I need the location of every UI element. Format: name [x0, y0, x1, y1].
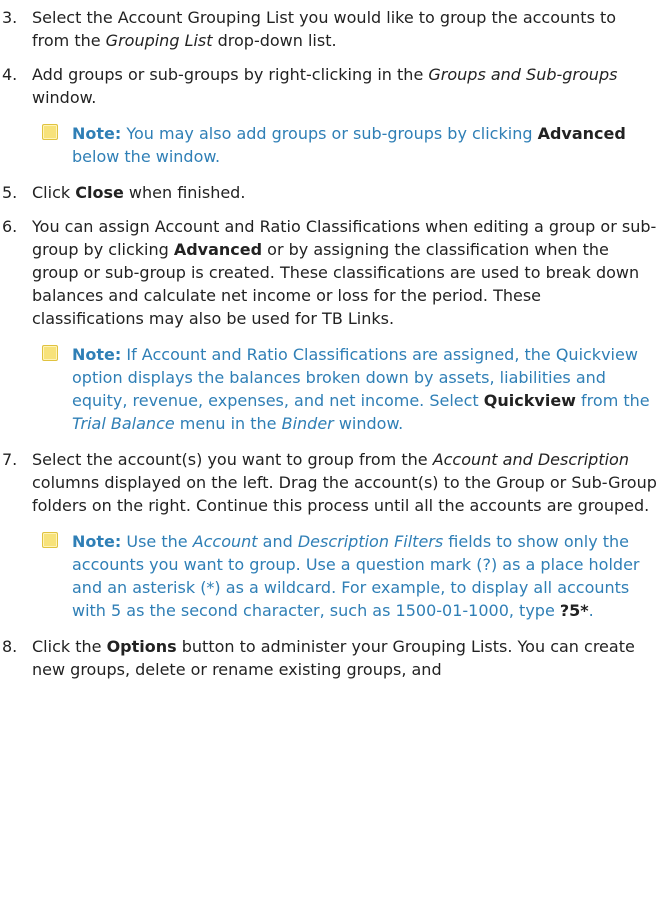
step-number: 6. — [2, 217, 18, 236]
note-label: Note: — [72, 532, 122, 551]
note-icon — [42, 124, 58, 140]
note-ui-term: Account — [192, 532, 258, 551]
note-bold-term: Quickview — [483, 391, 576, 410]
step-number: 8. — [2, 637, 18, 656]
note-bold-term: Advanced — [537, 124, 626, 143]
note-text: from the — [575, 391, 650, 410]
step-text: Select the account(s) you want to group … — [32, 450, 433, 469]
step-8: 8. Click the Options button to administe… — [0, 635, 671, 681]
step-number: 4. — [2, 65, 18, 84]
step-text: Add groups or sub-groups by right-clicki… — [32, 65, 429, 84]
step-4: 4. Add groups or sub-groups by right-cli… — [0, 63, 671, 109]
step-ui-term: Grouping List — [105, 31, 213, 50]
step-text: columns displayed on the left. Drag the … — [32, 473, 657, 515]
step-number: 7. — [2, 450, 18, 469]
step-text: drop-down list. — [212, 31, 337, 50]
step-3: 3. Select the Account Grouping List you … — [0, 6, 671, 52]
step-7: 7. Select the account(s) you want to gro… — [0, 448, 671, 517]
step-text: when finished. — [123, 183, 246, 202]
help-document: 3. Select the Account Grouping List you … — [0, 0, 671, 681]
note-ui-term: Binder — [281, 414, 334, 433]
note-bold-term: ?5* — [559, 601, 589, 620]
step-number: 5. — [2, 183, 18, 202]
note-text: . — [588, 601, 594, 620]
note-text: Use the — [121, 532, 193, 551]
note-text: menu in the — [174, 414, 282, 433]
note-icon — [42, 345, 58, 361]
note-ui-term: Trial Balance — [72, 414, 175, 433]
note-1: Note: You may also add groups or sub-gro… — [42, 122, 671, 168]
step-bold-term: Close — [75, 183, 124, 202]
step-bold-term: Options — [106, 637, 177, 656]
step-text: Click the — [32, 637, 107, 656]
step-ui-term: Account and Description — [432, 450, 629, 469]
step-text: Click — [32, 183, 76, 202]
note-text: below the window. — [72, 147, 221, 166]
step-5: 5. Click Close when finished. — [0, 181, 671, 204]
note-text: and — [257, 532, 298, 551]
note-3: Note: Use the Account and Description Fi… — [42, 530, 671, 622]
note-label: Note: — [72, 124, 122, 143]
note-2: Note: If Account and Ratio Classificatio… — [42, 343, 671, 435]
note-icon — [42, 532, 58, 548]
note-text: You may also add groups or sub-groups by… — [121, 124, 538, 143]
note-ui-term: Description Filters — [297, 532, 444, 551]
note-label: Note: — [72, 345, 122, 364]
step-6: 6. You can assign Account and Ratio Clas… — [0, 215, 671, 330]
note-text: window. — [333, 414, 404, 433]
step-bold-term: Advanced — [173, 240, 263, 259]
step-ui-term: Groups and Sub-groups — [428, 65, 618, 84]
step-text: window. — [32, 88, 97, 107]
step-number: 3. — [2, 8, 18, 27]
